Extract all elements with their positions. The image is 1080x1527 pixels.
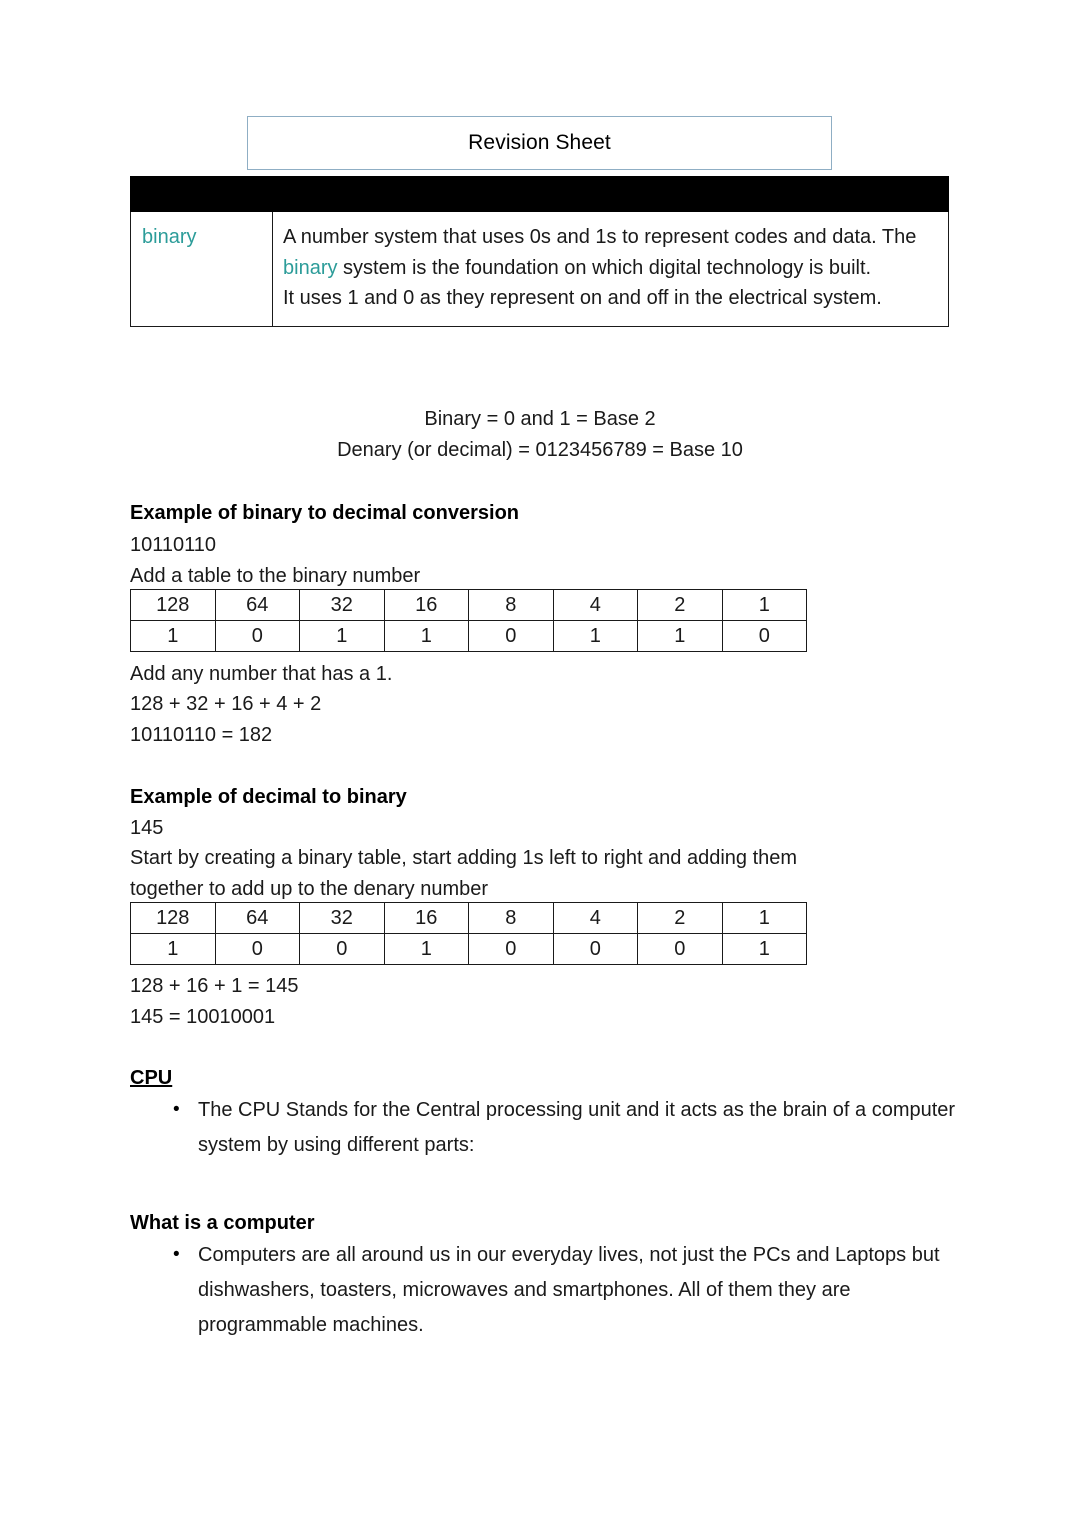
heading-what-is-a-computer: What is a computer xyxy=(130,1212,315,1234)
base-notes-line-denary: Denary (or decimal) = 0123456789 = Base … xyxy=(337,439,743,461)
glossary-table-header-bar xyxy=(130,176,949,212)
binary-to-decimal-step2: 128 + 32 + 16 + 4 + 2 xyxy=(130,693,322,715)
table-cell: 1 xyxy=(130,933,216,965)
binary-to-decimal-step1: Add any number that has a 1. xyxy=(130,663,393,685)
table-cell: 2 xyxy=(637,589,723,621)
table-cell: 0 xyxy=(721,620,807,652)
decimal-to-binary-result: 145 = 10010001 xyxy=(130,1006,276,1028)
glossary-definition: A number system that uses 0s and 1s to r… xyxy=(273,212,948,326)
document-page: Revision Sheet binary A number system th… xyxy=(0,0,1080,1527)
decimal-to-binary-sum: 128 + 16 + 1 = 145 xyxy=(130,975,299,997)
binary-to-decimal-result: 10110110 = 182 xyxy=(130,724,273,746)
page-title-box: Revision Sheet xyxy=(247,116,832,170)
table-cell: 4 xyxy=(552,902,638,934)
binary-to-decimal-table: 128 64 32 16 8 4 2 1 1 0 1 1 0 1 1 0 xyxy=(130,589,807,652)
glossary-definition-line2: It uses 1 and 0 as they represent on and… xyxy=(283,287,882,309)
table-cell: 1 xyxy=(299,620,385,652)
table-cell: 0 xyxy=(552,933,638,965)
base-notes: Binary = 0 and 1 = Base 2 Denary (or dec… xyxy=(0,404,1080,466)
table-cell: 0 xyxy=(214,620,300,652)
heading-decimal-to-binary: Example of decimal to binary xyxy=(130,786,407,808)
table-cell: 32 xyxy=(299,902,385,934)
glossary-table-row: binary A number system that uses 0s and … xyxy=(130,212,949,327)
decimal-to-binary-instruction-line2: together to add up to the denary number xyxy=(130,878,489,900)
table-cell: 2 xyxy=(637,902,723,934)
table-cell: 1 xyxy=(383,933,469,965)
table-cell: 128 xyxy=(130,589,216,621)
table-row-bits: 1 0 1 1 0 1 1 0 xyxy=(130,620,807,652)
table-cell: 0 xyxy=(214,933,300,965)
table-cell: 32 xyxy=(299,589,385,621)
cpu-bullet-list: The CPU Stands for the Central processin… xyxy=(130,1092,960,1163)
table-cell: 0 xyxy=(468,620,554,652)
table-cell: 1 xyxy=(637,620,723,652)
table-cell: 1 xyxy=(721,933,807,965)
page-title: Revision Sheet xyxy=(468,131,611,154)
table-row-place-values: 128 64 32 16 8 4 2 1 xyxy=(130,589,807,621)
decimal-to-binary-instruction-line1: Start by creating a binary table, start … xyxy=(130,847,798,869)
table-cell: 64 xyxy=(214,902,300,934)
table-row-place-values: 128 64 32 16 8 4 2 1 xyxy=(130,902,807,934)
table-cell: 1 xyxy=(721,902,807,934)
table-cell: 0 xyxy=(468,933,554,965)
table-cell: 16 xyxy=(383,589,469,621)
table-cell: 128 xyxy=(130,902,216,934)
heading-cpu: CPU xyxy=(130,1067,173,1089)
glossary-table: binary A number system that uses 0s and … xyxy=(130,176,949,327)
table-cell: 8 xyxy=(468,589,554,621)
list-item: Computers are all around us in our every… xyxy=(130,1237,960,1343)
table-cell: 0 xyxy=(299,933,385,965)
table-cell: 1 xyxy=(552,620,638,652)
table-cell: 4 xyxy=(552,589,638,621)
binary-to-decimal-number: 10110110 xyxy=(130,534,217,556)
table-cell: 1 xyxy=(130,620,216,652)
table-cell: 0 xyxy=(637,933,723,965)
table-cell: 16 xyxy=(383,902,469,934)
decimal-to-binary-number: 145 xyxy=(130,817,164,839)
decimal-to-binary-table: 128 64 32 16 8 4 2 1 1 0 0 1 0 0 0 1 xyxy=(130,902,807,965)
glossary-definition-highlight: binary xyxy=(283,256,338,279)
binary-to-decimal-instruction: Add a table to the binary number xyxy=(130,565,421,587)
glossary-term: binary xyxy=(131,212,273,326)
table-cell: 1 xyxy=(721,589,807,621)
heading-binary-to-decimal: Example of binary to decimal conversion xyxy=(130,502,520,524)
glossary-definition-part2: system is the foundation on which digita… xyxy=(337,256,872,279)
list-item: The CPU Stands for the Central processin… xyxy=(130,1092,960,1163)
table-cell: 1 xyxy=(383,620,469,652)
computer-bullet-list: Computers are all around us in our every… xyxy=(130,1237,960,1343)
table-cell: 8 xyxy=(468,902,554,934)
table-cell: 64 xyxy=(214,589,300,621)
table-row-bits: 1 0 0 1 0 0 0 1 xyxy=(130,933,807,965)
base-notes-line-binary: Binary = 0 and 1 = Base 2 xyxy=(424,408,656,430)
glossary-definition-part1: A number system that uses 0s and 1s to r… xyxy=(283,226,917,248)
